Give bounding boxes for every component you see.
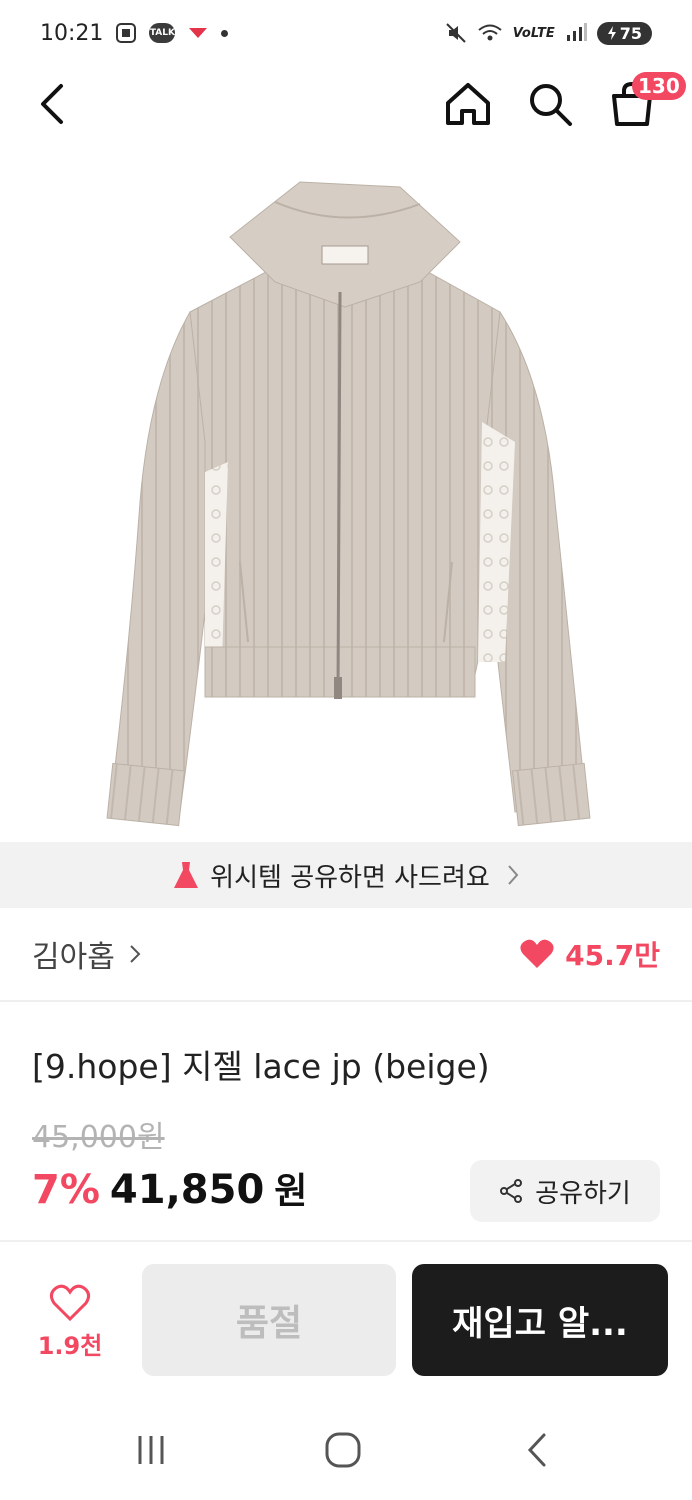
cart-count-badge: 130 xyxy=(632,72,686,100)
promo-text: 위시템 공유하면 사드려요 xyxy=(210,862,490,893)
back-chevron-icon xyxy=(527,1433,546,1467)
signal-icon xyxy=(565,23,587,43)
share-icon xyxy=(500,1179,523,1203)
cart-button[interactable]: 130 xyxy=(602,72,686,134)
status-bar: 10:21 TALK VoLTE 75 xyxy=(0,0,692,66)
search-button[interactable] xyxy=(520,74,580,134)
seller-like-count: 45.7만 xyxy=(565,939,660,972)
home-icon xyxy=(446,83,490,125)
home-circle-icon xyxy=(325,1432,361,1468)
seller-like-button[interactable]: 45.7만 xyxy=(519,934,660,974)
chevron-right-icon xyxy=(130,945,141,963)
wish-count: 1.9천 xyxy=(37,1331,103,1360)
wish-button[interactable]: 1.9천 xyxy=(20,1272,120,1372)
back-arrow-icon xyxy=(41,84,63,124)
system-nav-bar xyxy=(0,1400,692,1500)
battery-level: 75 xyxy=(619,23,642,43)
wifi-icon xyxy=(477,23,503,43)
price-row: 7% 41,850 원 xyxy=(32,1162,307,1214)
recent-apps-button[interactable] xyxy=(126,1428,176,1472)
sale-price: 41,850 xyxy=(109,1167,265,1213)
seller-name-link[interactable]: 김아홉 xyxy=(32,932,115,976)
screenshot-icon xyxy=(115,22,137,44)
status-left: 10:21 TALK xyxy=(40,20,229,46)
back-button[interactable] xyxy=(22,74,82,134)
seller-row: 김아홉 45.7만 xyxy=(0,908,692,1002)
product-image[interactable] xyxy=(0,142,692,842)
share-button[interactable]: 공유하기 xyxy=(470,1160,660,1222)
bottom-action-bar: 1.9천 품절 재입고 알... xyxy=(0,1242,692,1400)
soldout-button[interactable]: 품절 xyxy=(142,1264,396,1376)
status-right: VoLTE 75 xyxy=(445,21,652,45)
talk-icon: TALK xyxy=(149,23,176,43)
currency-unit: 원 xyxy=(274,1171,308,1212)
chevron-right-icon xyxy=(508,865,519,885)
jacket-image xyxy=(106,181,591,827)
original-price: 45,000원 xyxy=(32,1120,165,1155)
search-icon xyxy=(530,84,572,126)
share-label: 공유하기 xyxy=(535,1178,631,1209)
network-label: VoLTE xyxy=(512,25,555,41)
top-nav: 130 xyxy=(0,66,692,142)
mute-icon xyxy=(445,22,467,44)
battery-indicator: 75 xyxy=(596,21,652,45)
recent-apps-icon xyxy=(138,1436,164,1464)
more-notifications-icon xyxy=(221,29,229,37)
charging-icon xyxy=(607,26,616,40)
discount-rate: 7% xyxy=(32,1167,100,1213)
restock-alert-button[interactable]: 재입고 알... xyxy=(412,1264,668,1376)
status-time: 10:21 xyxy=(40,20,104,46)
heart-outline-icon xyxy=(49,1284,91,1321)
home-button[interactable] xyxy=(438,74,498,134)
promo-banner[interactable]: 위시템 공유하면 사드려요 xyxy=(0,842,692,908)
notification-app-icon xyxy=(187,24,209,42)
product-title: [9.hope] 지젤 lace jp (beige) xyxy=(32,1047,490,1086)
dress-icon xyxy=(174,862,199,888)
home-system-button[interactable] xyxy=(318,1428,368,1472)
back-system-button[interactable] xyxy=(512,1428,562,1472)
heart-icon xyxy=(520,939,554,968)
